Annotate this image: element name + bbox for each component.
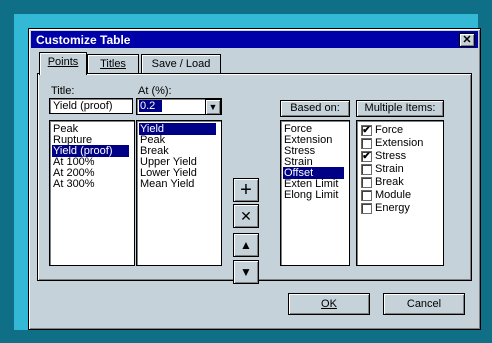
points-panel: Title: Yield (proof) Peak Rupture Yield (p… — [37, 73, 472, 284]
at-percent-select[interactable]: 0.2 ▼ — [136, 98, 222, 115]
add-button[interactable]: + — [233, 178, 259, 202]
title-list-item[interactable]: At 300% — [52, 178, 129, 190]
at-percent-option[interactable]: Mean Yield — [139, 178, 216, 190]
title-bar: Customize Table ✕ — [31, 31, 478, 48]
cancel-button[interactable]: Cancel — [383, 293, 465, 315]
based-on-item[interactable]: Elong Limit — [283, 189, 344, 201]
checkbox-module[interactable] — [361, 190, 372, 201]
close-icon[interactable]: ✕ — [459, 33, 475, 47]
move-up-button[interactable]: ▲ — [233, 233, 259, 257]
chevron-down-icon[interactable]: ▼ — [205, 99, 221, 115]
ok-button[interactable]: OK — [288, 293, 370, 315]
checkbox-force[interactable]: ✔ — [361, 125, 372, 136]
title-input-value: Yield (proof) — [53, 100, 113, 112]
checkbox-label: Energy — [375, 202, 410, 214]
delete-button[interactable]: ✕ — [233, 204, 259, 228]
ok-button-label: OK — [321, 298, 337, 310]
checkbox-break[interactable] — [361, 177, 372, 188]
checkbox-extension[interactable] — [361, 138, 372, 149]
checkbox-label: Module — [375, 189, 412, 201]
checkbox-strain[interactable] — [361, 164, 372, 175]
title-list[interactable]: Peak Rupture Yield (proof) At 100% At 200% At… — [49, 120, 135, 266]
based-on-list[interactable]: Force Extension Stress Strain Offset Exten Li… — [280, 120, 350, 266]
customize-table-dialog: Customize Table ✕ Points Titles Save / L… — [28, 28, 481, 330]
checkbox-label: Strain — [375, 163, 404, 175]
checkbox-label: Force — [375, 124, 404, 136]
checkbox-label: Extension — [375, 137, 424, 149]
cancel-button-label: Cancel — [406, 298, 442, 310]
tab-points-label: Points — [47, 56, 79, 68]
multiple-items-header: Multiple Items: — [356, 100, 444, 117]
at-percent-dropdown[interactable]: Yield Peak Break Upper Yield Lower Yield Mean… — [136, 120, 222, 266]
based-on-header-label: Based on: — [290, 102, 340, 114]
checkbox-energy[interactable] — [361, 203, 372, 214]
at-percent-label: At (%): — [138, 85, 172, 97]
tab-titles[interactable]: Titles — [87, 54, 139, 74]
checkbox-label: Stress — [375, 150, 407, 162]
at-percent-value: 0.2 — [139, 100, 162, 112]
tab-save-load-label: Save / Load — [151, 58, 211, 70]
tab-save-load[interactable]: Save / Load — [141, 54, 221, 74]
dialog-title: Customize Table — [36, 33, 131, 47]
title-input[interactable]: Yield (proof) — [49, 98, 133, 114]
checkbox-label: Break — [375, 176, 404, 188]
multiple-items-header-label: Multiple Items: — [364, 102, 436, 114]
move-down-button[interactable]: ▼ — [233, 260, 259, 284]
multiple-items-list[interactable]: ✔ Force Extension ✔ Stress Strain Break Module E… — [356, 120, 444, 266]
tab-points[interactable]: Points — [39, 52, 87, 77]
based-on-header: Based on: — [280, 100, 350, 117]
checkbox-stress[interactable]: ✔ — [361, 151, 372, 162]
tab-titles-label: Titles — [100, 58, 126, 70]
title-label: Title: — [51, 85, 75, 97]
